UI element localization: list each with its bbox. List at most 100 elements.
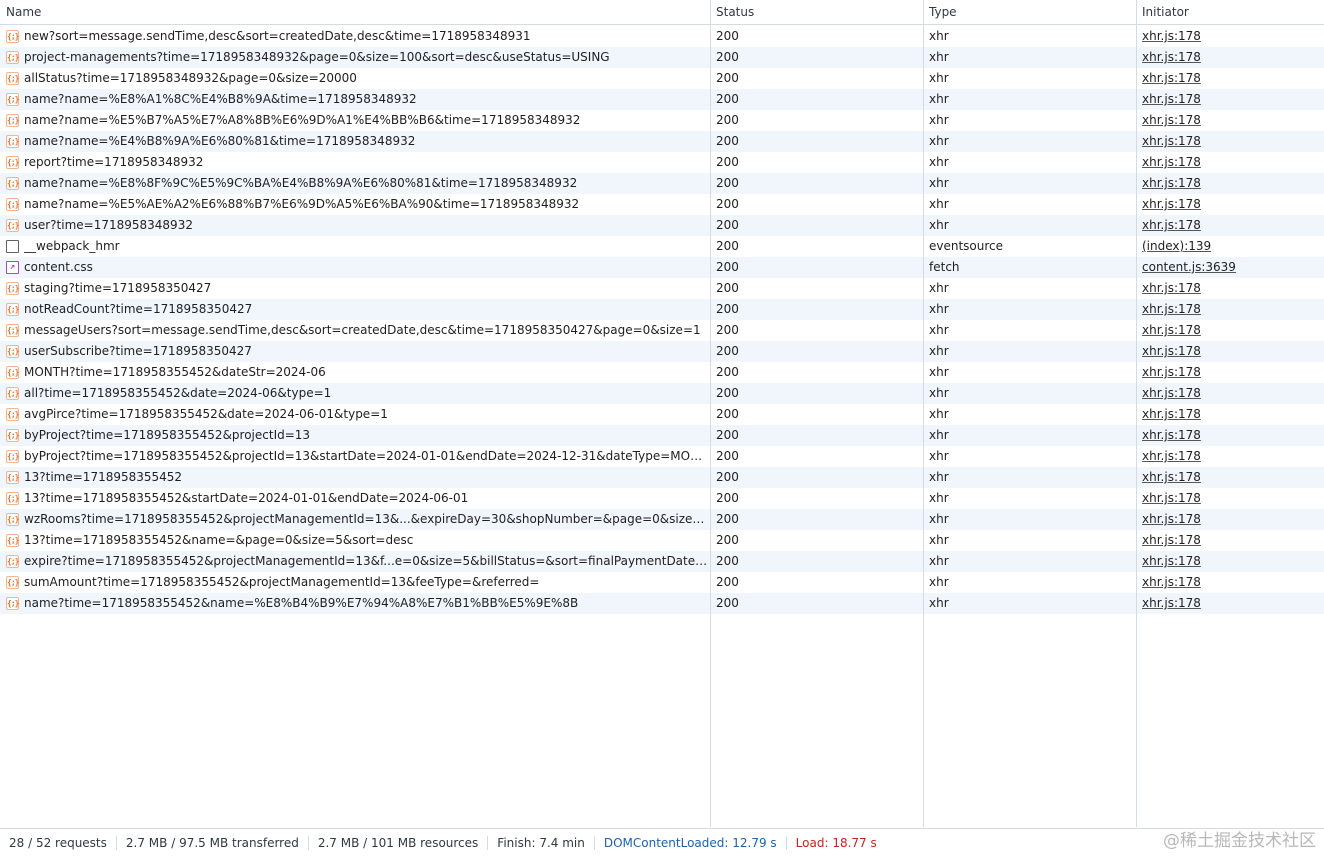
table-row[interactable]: {;} sumAmount?time=1718958355452&projectM… <box>0 572 1324 593</box>
initiator-link[interactable]: xhr.js:178 <box>1142 218 1201 232</box>
request-name-cell[interactable]: {;} byProject?time=1718958355452&projectI… <box>6 446 708 467</box>
request-name-cell[interactable]: {;} name?name=%E8%8F%9C%E5%9C%BA%E4%B8%9A… <box>6 173 708 194</box>
initiator-link[interactable]: xhr.js:178 <box>1142 470 1201 484</box>
table-row[interactable]: {;} name?name=%E8%A1%8C%E4%B8%9A&time=171… <box>0 89 1324 110</box>
table-row[interactable]: {;} name?name=%E8%8F%9C%E5%9C%BA%E4%B8%9A… <box>0 173 1324 194</box>
table-row[interactable]: {;} name?time=1718958355452&name=%E8%B4%B… <box>0 593 1324 614</box>
xhr-braces-icon: {;} <box>6 366 19 379</box>
request-name-cell[interactable]: {;} 13?time=1718958355452 <box>6 467 708 488</box>
request-name-cell[interactable]: {;} new?sort=message.sendTime,desc&sort=c… <box>6 26 708 47</box>
request-name-cell[interactable]: {;} name?name=%E4%B8%9A%E6%80%81&time=171… <box>6 131 708 152</box>
initiator-link[interactable]: xhr.js:178 <box>1142 344 1201 358</box>
table-row[interactable]: {;} project-managements?time=171895834893… <box>0 47 1324 68</box>
request-name-cell[interactable]: {;} avgPirce?time=1718958355452&date=2024… <box>6 404 708 425</box>
request-name-cell[interactable]: {;} sumAmount?time=1718958355452&projectM… <box>6 572 708 593</box>
initiator-link[interactable]: xhr.js:178 <box>1142 491 1201 505</box>
table-row[interactable]: {;} byProject?time=1718958355452&projectI… <box>0 446 1324 467</box>
initiator-link[interactable]: xhr.js:178 <box>1142 50 1201 64</box>
table-row[interactable]: {;} allStatus?time=1718958348932&page=0&s… <box>0 68 1324 89</box>
column-divider[interactable] <box>923 0 924 827</box>
table-row[interactable]: {;} name?name=%E5%AE%A2%E6%88%B7%E6%9D%A5… <box>0 194 1324 215</box>
table-row[interactable]: {;} new?sort=message.sendTime,desc&sort=c… <box>0 26 1324 47</box>
table-row[interactable]: {;} staging?time=1718958350427 200 xhr xhr.j… <box>0 278 1324 299</box>
xhr-braces-icon: {;} <box>6 492 19 505</box>
table-row[interactable]: {;} all?time=1718958355452&date=2024-06&t… <box>0 383 1324 404</box>
initiator-link[interactable]: xhr.js:178 <box>1142 365 1201 379</box>
request-type: xhr <box>929 113 949 127</box>
initiator-link[interactable]: xhr.js:178 <box>1142 386 1201 400</box>
request-name-cell[interactable]: {;} expire?time=1718958355452&projectMana… <box>6 551 708 572</box>
initiator-link[interactable]: xhr.js:178 <box>1142 113 1201 127</box>
request-name-cell[interactable]: {;} staging?time=1718958350427 <box>6 278 708 299</box>
table-row[interactable]: {;} report?time=1718958348932 200 xhr xhr.js… <box>0 152 1324 173</box>
column-divider[interactable] <box>1136 0 1137 827</box>
initiator-link[interactable]: xhr.js:178 <box>1142 155 1201 169</box>
table-row[interactable]: {;} name?name=%E5%B7%A5%E7%A8%8B%E6%9D%A1… <box>0 110 1324 131</box>
initiator-link[interactable]: xhr.js:178 <box>1142 575 1201 589</box>
initiator-link[interactable]: xhr.js:178 <box>1142 176 1201 190</box>
table-row[interactable]: {;} MONTH?time=1718958355452&dateStr=2024… <box>0 362 1324 383</box>
initiator-link[interactable]: xhr.js:178 <box>1142 323 1201 337</box>
initiator-link[interactable]: content.js:3639 <box>1142 260 1236 274</box>
initiator-link[interactable]: xhr.js:178 <box>1142 281 1201 295</box>
column-divider[interactable] <box>710 0 711 827</box>
transferred-size: 2.7 MB / 97.5 MB transferred <box>117 835 309 850</box>
request-name-cell[interactable]: ↗ content.css <box>6 257 708 278</box>
request-name-cell[interactable]: {;} userSubscribe?time=1718958350427 <box>6 341 708 362</box>
request-initiator-cell: xhr.js:178 <box>1142 89 1322 110</box>
request-name-cell[interactable]: __webpack_hmr <box>6 236 708 257</box>
initiator-link[interactable]: xhr.js:178 <box>1142 407 1201 421</box>
table-row[interactable]: __webpack_hmr 200 eventsource (index):139 <box>0 236 1324 257</box>
request-name-cell[interactable]: {;} project-managements?time=171895834893… <box>6 47 708 68</box>
table-row[interactable]: {;} wzRooms?time=1718958355452&projectMan… <box>0 509 1324 530</box>
request-name-cell[interactable]: {;} allStatus?time=1718958348932&page=0&s… <box>6 68 708 89</box>
request-name-cell[interactable]: {;} name?name=%E8%A1%8C%E4%B8%9A&time=171… <box>6 89 708 110</box>
column-header-initiator[interactable]: Initiator <box>1136 0 1189 24</box>
request-name-cell[interactable]: {;} name?name=%E5%B7%A5%E7%A8%8B%E6%9D%A1… <box>6 110 708 131</box>
column-header-status[interactable]: Status <box>710 0 754 24</box>
table-row[interactable]: {;} expire?time=1718958355452&projectMana… <box>0 551 1324 572</box>
initiator-link[interactable]: (index):139 <box>1142 239 1211 253</box>
column-header-name[interactable]: Name <box>0 0 41 24</box>
table-row[interactable]: {;} 13?time=1718958355452 200 xhr xhr.js:178 <box>0 467 1324 488</box>
request-name-cell[interactable]: {;} messageUsers?sort=message.sendTime,de… <box>6 320 708 341</box>
initiator-link[interactable]: xhr.js:178 <box>1142 512 1201 526</box>
table-row[interactable]: {;} 13?time=1718958355452&name=&page=0&si… <box>0 530 1324 551</box>
request-name-cell[interactable]: {;} MONTH?time=1718958355452&dateStr=2024… <box>6 362 708 383</box>
table-row[interactable]: {;} 13?time=1718958355452&startDate=2024-… <box>0 488 1324 509</box>
request-name-cell[interactable]: {;} all?time=1718958355452&date=2024-06&t… <box>6 383 708 404</box>
initiator-link[interactable]: xhr.js:178 <box>1142 92 1201 106</box>
request-name-cell[interactable]: {;} 13?time=1718958355452&startDate=2024-… <box>6 488 708 509</box>
column-header-type[interactable]: Type <box>923 0 957 24</box>
initiator-link[interactable]: xhr.js:178 <box>1142 134 1201 148</box>
request-name-cell[interactable]: {;} wzRooms?time=1718958355452&projectMan… <box>6 509 708 530</box>
table-row[interactable]: {;} userSubscribe?time=1718958350427 200 xh… <box>0 341 1324 362</box>
initiator-link[interactable]: xhr.js:178 <box>1142 302 1201 316</box>
initiator-link[interactable]: xhr.js:178 <box>1142 197 1201 211</box>
initiator-link[interactable]: xhr.js:178 <box>1142 428 1201 442</box>
request-name-cell[interactable]: {;} notReadCount?time=1718958350427 <box>6 299 708 320</box>
initiator-link[interactable]: xhr.js:178 <box>1142 554 1201 568</box>
initiator-link[interactable]: xhr.js:178 <box>1142 29 1201 43</box>
request-name-cell[interactable]: {;} report?time=1718958348932 <box>6 152 708 173</box>
table-row[interactable]: {;} byProject?time=1718958355452&projectI… <box>0 425 1324 446</box>
request-name: all?time=1718958355452&date=2024-06&type… <box>24 386 332 400</box>
initiator-link[interactable]: xhr.js:178 <box>1142 533 1201 547</box>
request-name-cell[interactable]: {;} byProject?time=1718958355452&projectI… <box>6 425 708 446</box>
request-name-cell[interactable]: {;} 13?time=1718958355452&name=&page=0&si… <box>6 530 708 551</box>
table-row[interactable]: {;} avgPirce?time=1718958355452&date=2024… <box>0 404 1324 425</box>
initiator-link[interactable]: xhr.js:178 <box>1142 449 1201 463</box>
table-row[interactable]: {;} notReadCount?time=1718958350427 200 xhr… <box>0 299 1324 320</box>
request-name-cell[interactable]: {;} name?name=%E5%AE%A2%E6%88%B7%E6%9D%A5… <box>6 194 708 215</box>
request-name-cell[interactable]: {;} name?time=1718958355452&name=%E8%B4%B… <box>6 593 708 614</box>
request-name-cell[interactable]: {;} user?time=1718958348932 <box>6 215 708 236</box>
request-name: staging?time=1718958350427 <box>24 281 212 295</box>
table-row[interactable]: {;} name?name=%E4%B8%9A%E6%80%81&time=171… <box>0 131 1324 152</box>
table-row[interactable]: {;} messageUsers?sort=message.sendTime,de… <box>0 320 1324 341</box>
request-initiator-cell: xhr.js:178 <box>1142 26 1322 47</box>
table-row[interactable]: {;} user?time=1718958348932 200 xhr xhr.js:1… <box>0 215 1324 236</box>
request-name: sumAmount?time=1718958355452&projectMana… <box>24 575 540 589</box>
initiator-link[interactable]: xhr.js:178 <box>1142 71 1201 85</box>
initiator-link[interactable]: xhr.js:178 <box>1142 596 1201 610</box>
table-row[interactable]: ↗ content.css 200 fetch content.js:3639 <box>0 257 1324 278</box>
